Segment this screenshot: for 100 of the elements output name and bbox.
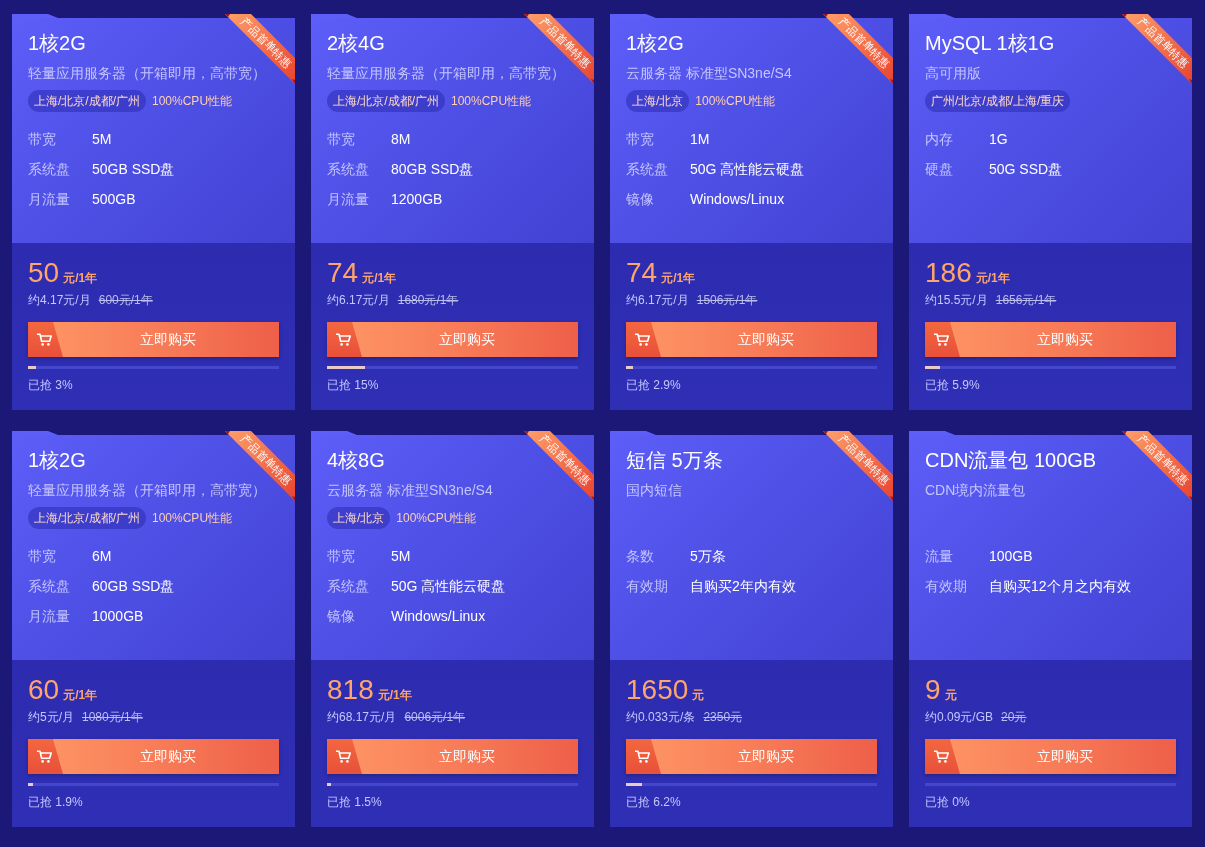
price-unit: 元/1年: [63, 687, 98, 704]
monthly-price: 约4.17元/月: [28, 292, 91, 309]
spec-value: 60GB SSD盘: [92, 577, 175, 596]
spec-label: 系统盘: [28, 577, 71, 596]
price-unit: 元/1年: [63, 270, 98, 287]
feature-label: 100%CPU性能: [152, 93, 233, 110]
product-title: 1核2G: [28, 448, 86, 473]
price-unit: 元: [692, 687, 705, 704]
feature-label: 100%CPU性能: [152, 510, 233, 527]
spec-value: 1200GB: [391, 190, 443, 209]
product-title: 1核2G: [626, 31, 684, 56]
spec-value: 1G: [989, 130, 1008, 149]
product-title: 4核8G: [327, 448, 385, 473]
spec-label: 带宽: [327, 130, 356, 149]
buy-button[interactable]: 立即购买: [28, 739, 279, 774]
spec-label: 系统盘: [28, 160, 71, 179]
cart-icon: [934, 750, 949, 763]
spec-label: 系统盘: [327, 577, 370, 596]
original-price: 1680元/1年: [397, 292, 459, 309]
sold-percentage: 已抢 6.2%: [626, 794, 682, 811]
price-unit: 元: [944, 687, 957, 704]
spec-value: 自购买12个月之内有效: [989, 577, 1131, 596]
spec-value: 8M: [391, 130, 411, 149]
price-unit: 元/1年: [661, 270, 696, 287]
price-unit: 元/1年: [362, 270, 397, 287]
region-tag: 上海/北京/成都/广州: [327, 90, 445, 112]
spec-label: 月流量: [327, 190, 370, 209]
price-value: 74: [626, 258, 658, 288]
spec-label: 流量: [925, 547, 954, 566]
spec-label: 有效期: [925, 577, 968, 596]
cart-icon: [336, 750, 351, 763]
monthly-price: 约0.033元/条: [626, 709, 696, 726]
spec-value: 1M: [690, 130, 710, 149]
price-value: 50: [28, 258, 60, 288]
sold-percentage: 已抢 5.9%: [925, 377, 981, 394]
product-subtitle: 云服务器 标准型SN3ne/S4: [626, 64, 792, 83]
product-title: 2核4G: [327, 31, 385, 56]
spec-label: 镜像: [327, 607, 356, 626]
spec-label: 系统盘: [327, 160, 370, 179]
spec-label: 带宽: [28, 547, 57, 566]
buy-button[interactable]: 立即购买: [327, 739, 578, 774]
spec-label: 月流量: [28, 607, 71, 626]
spec-value: 6M: [92, 547, 112, 566]
promo-ribbon: 产品首单特惠: [524, 431, 594, 501]
spec-label: 有效期: [626, 577, 669, 596]
spec-label: 带宽: [28, 130, 57, 149]
region-tag: 上海/北京/成都/广州: [28, 90, 146, 112]
price-value: 1650: [626, 675, 689, 705]
buy-button[interactable]: 立即购买: [626, 739, 877, 774]
original-price: 1656元/1年: [995, 292, 1057, 309]
sold-percentage: 已抢 1.5%: [327, 794, 383, 811]
original-price: 1080元/1年: [82, 709, 143, 726]
buy-button[interactable]: 立即购买: [626, 322, 877, 357]
sold-percentage: 已抢 1.9%: [28, 794, 84, 811]
sold-percentage: 已抢 0%: [925, 794, 971, 811]
region-tag: 上海/北京/成都/广州: [28, 507, 146, 529]
monthly-price: 约5元/月: [28, 709, 74, 726]
price-unit: 元/1年: [975, 270, 1010, 287]
feature-label: 100%CPU性能: [396, 510, 477, 527]
promo-ribbon: 产品首单特惠: [823, 14, 893, 84]
cart-icon: [934, 333, 949, 346]
product-subtitle: 云服务器 标准型SN3ne/S4: [327, 481, 493, 500]
cart-icon: [635, 333, 650, 346]
feature-label: 100%CPU性能: [695, 93, 776, 110]
spec-value: 50GB SSD盘: [92, 160, 175, 179]
product-title: 1核2G: [28, 31, 86, 56]
original-price: 600元/1年: [98, 292, 153, 309]
price-unit: 元/1年: [377, 687, 412, 704]
buy-button[interactable]: 立即购买: [327, 322, 578, 357]
buy-button[interactable]: 立即购买: [925, 739, 1176, 774]
region-tag: 广州/北京/成都/上海/重庆: [925, 90, 1071, 112]
sold-percentage: 已抢 3%: [28, 377, 74, 394]
spec-value: 5M: [391, 547, 411, 566]
spec-value: Windows/Linux: [391, 607, 486, 626]
monthly-price: 约68.17元/月: [327, 709, 397, 726]
spec-label: 镜像: [626, 190, 655, 209]
price-value: 74: [327, 258, 359, 288]
promo-ribbon: 产品首单特惠: [1122, 14, 1192, 84]
original-price: 6006元/1年: [404, 709, 466, 726]
price-value: 186: [925, 258, 972, 288]
product-title: MySQL 1核1G: [925, 31, 1055, 56]
buy-button[interactable]: 立即购买: [28, 322, 279, 357]
cart-icon: [336, 333, 351, 346]
original-price: 2350元: [703, 709, 743, 726]
product-subtitle: 国内短信: [626, 481, 682, 500]
feature-label: 100%CPU性能: [451, 93, 532, 110]
price-value: 60: [28, 675, 60, 705]
product-subtitle: 高可用版: [925, 64, 981, 83]
spec-value: 500GB: [92, 190, 136, 209]
promo-ribbon: 产品首单特惠: [823, 431, 893, 501]
spec-value: 50G SSD盘: [989, 160, 1063, 179]
spec-value: 自购买2年内有效: [690, 577, 796, 596]
original-price: 20元: [1001, 709, 1027, 726]
monthly-price: 约6.17元/月: [626, 292, 689, 309]
product-title: 短信 5万条: [626, 448, 723, 473]
spec-label: 硬盘: [925, 160, 954, 179]
sold-percentage: 已抢 2.9%: [626, 377, 682, 394]
product-subtitle: CDN境内流量包: [925, 481, 1026, 500]
buy-button[interactable]: 立即购买: [925, 322, 1176, 357]
monthly-price: 约0.09元/GB: [925, 709, 994, 726]
